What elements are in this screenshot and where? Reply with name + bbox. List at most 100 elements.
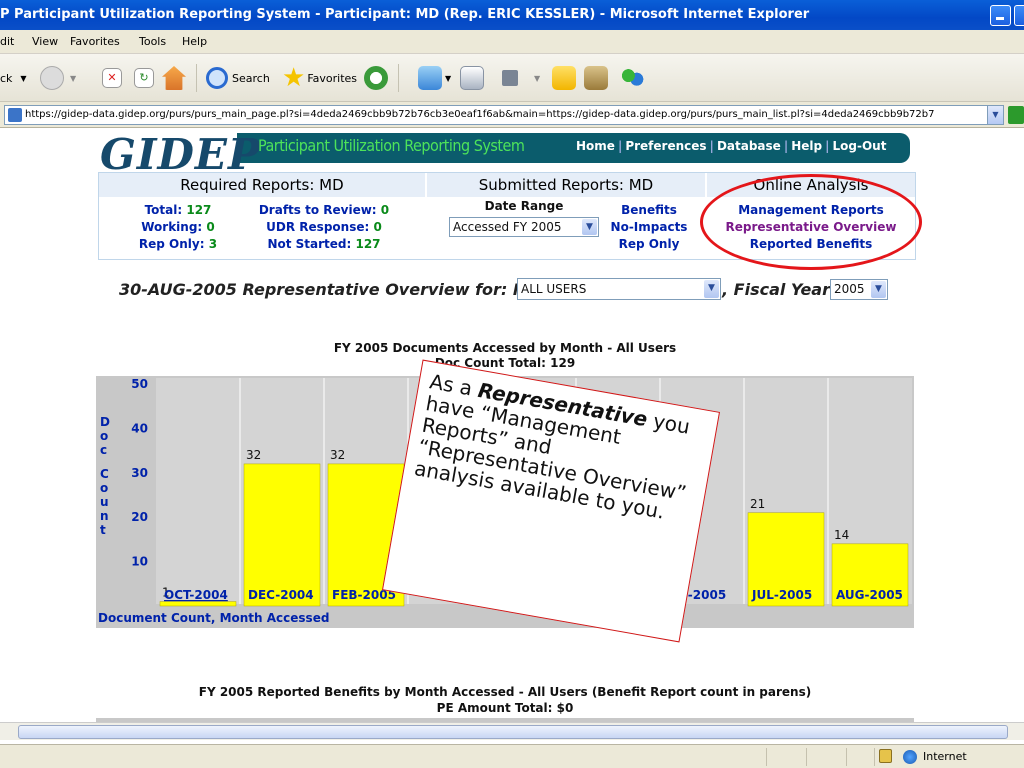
status-cell [766,748,806,766]
y-tick-label: 10 [131,555,148,569]
zone-label: Internet [923,750,967,763]
messenger-button[interactable] [620,62,644,94]
back-button[interactable]: ck ▼ [0,62,27,94]
rep-only-stat[interactable]: Rep Only: 3 [123,237,233,251]
print-icon [460,66,484,90]
nav-logout[interactable]: Log-Out [832,139,886,153]
minimize-button[interactable] [990,5,1011,26]
research-button[interactable] [584,62,608,94]
maximize-button[interactable] [1014,5,1024,26]
history-button[interactable] [364,62,388,94]
stop-button[interactable]: ✕ [102,62,122,94]
rep-only-value: 3 [208,237,218,251]
address-bar: https://gidep-data.gidep.org/purs/purs_m… [0,102,1024,128]
users-value: ALL USERS [521,282,587,296]
toolbar-separator [196,64,197,92]
chevron-down-icon[interactable]: ▼ [987,106,1003,124]
link-benefits[interactable]: Benefits [607,203,691,217]
submitted-reports-heading: Submitted Reports: MD [427,173,705,197]
date-range-select[interactable]: Accessed FY 2005 ▼ [449,217,599,237]
folder-button[interactable] [552,62,576,94]
chevron-down-icon: ▼ [871,281,886,298]
chart-title: FY 2005 Documents Accessed by Month - Al… [333,341,677,355]
go-arrow-icon[interactable] [1008,106,1024,124]
required-reports-heading: Required Reports: MD [99,173,425,197]
address-url: https://gidep-data.gidep.org/purs/purs_m… [25,109,935,120]
chart-title-block: FY 2005 Documents Accessed by Month - Al… [300,341,710,371]
report-title-text: 30-AUG-2005 Representative Overview for:… [119,280,543,299]
forward-arrow-icon [40,66,64,90]
book-icon [584,66,608,90]
favorites-button[interactable]: ★ Favorites [282,62,357,94]
favorites-label: Favorites [307,71,358,85]
menu-edit[interactable]: dit [0,30,14,54]
stop-icon: ✕ [102,68,122,88]
chevron-down-icon: ▼ [582,219,597,235]
window-title: P Participant Utilization Reporting Syst… [0,7,810,22]
y-axis-label-letter: u [100,495,109,509]
refresh-icon: ↻ [134,68,154,88]
menu-tools[interactable]: Tools [139,30,166,54]
nav-divider: | [709,139,714,153]
fiscal-year-value: 2005 [834,282,865,296]
nav-preferences[interactable]: Preferences [625,139,706,153]
edit-button[interactable]: ▼ [502,62,540,94]
search-icon [206,67,228,89]
nav-help[interactable]: Help [791,139,822,153]
bar-value-label: 21 [750,497,765,511]
back-label: ck [0,71,13,85]
globe-icon [903,750,917,764]
status-bar: Internet [0,744,1024,768]
y-axis-label-letter: c [100,443,107,457]
print-button[interactable] [460,62,484,94]
horizontal-scrollbar[interactable] [0,722,1024,740]
history-icon [364,66,388,90]
address-input[interactable]: https://gidep-data.gidep.org/purs/purs_m… [4,105,1004,125]
drafts-stat[interactable]: Drafts to Review: 0 [249,203,399,217]
link-no-impacts[interactable]: No-Impacts [607,220,691,234]
toolbar: ck ▼ ▼ ✕ ↻ Search ★ Favorites ▼ ▼ [0,54,1024,102]
menu-favorites[interactable]: Favorites [70,30,120,54]
not-started-value: 127 [355,237,381,251]
report-title: 30-AUG-2005 Representative Overview for:… [119,280,542,299]
menu-help[interactable]: Help [182,30,207,54]
highlight-ellipse [700,174,922,270]
bar-value-label: 32 [330,448,345,462]
title-bar: P Participant Utilization Reporting Syst… [0,0,1024,30]
nav-home[interactable]: Home [576,139,615,153]
menu-view[interactable]: View [32,30,58,54]
nav-divider: | [617,139,623,153]
working-stat[interactable]: Working: 0 [123,220,233,234]
home-button[interactable] [162,62,186,94]
udr-response-stat[interactable]: UDR Response: 0 [249,220,399,234]
x-tick-label: JUL-2005 [751,588,812,602]
working-value: 0 [206,220,215,234]
mail-icon [418,66,442,90]
not-started-stat[interactable]: Not Started: 127 [249,237,399,251]
fiscal-year-select[interactable]: 2005 ▼ [830,279,888,300]
bar-value-label: 32 [246,448,261,462]
users-select[interactable]: ALL USERS ▼ [517,278,721,300]
chart-subtitle: Doc Count Total: 129 [434,356,576,370]
mail-button[interactable]: ▼ [418,62,451,94]
forward-button[interactable]: ▼ [40,62,76,94]
x-tick-label: DEC-2004 [248,588,314,602]
y-axis-label-letter: o [100,481,108,495]
x-tick-label: OCT-2004 [164,588,228,602]
y-tick-label: 30 [131,466,148,480]
link-rep-only[interactable]: Rep Only [607,237,691,251]
scrollbar-thumb[interactable] [18,725,1008,739]
page-icon [8,108,22,122]
nav-divider: | [825,139,830,153]
search-button[interactable]: Search [206,62,270,94]
y-axis-label-letter: t [100,523,106,537]
system-name: Participant Utilization Reporting System [258,136,525,155]
refresh-button[interactable]: ↻ [134,62,154,94]
chevron-down-icon: ▼ [534,73,541,83]
udr-value: 0 [373,220,382,234]
nav-database[interactable]: Database [717,139,781,153]
chevron-down-icon: ▼ [445,73,452,83]
status-cell [846,748,874,766]
total-stat[interactable]: Total: 127 [123,203,233,217]
y-tick-label: 40 [131,421,148,435]
